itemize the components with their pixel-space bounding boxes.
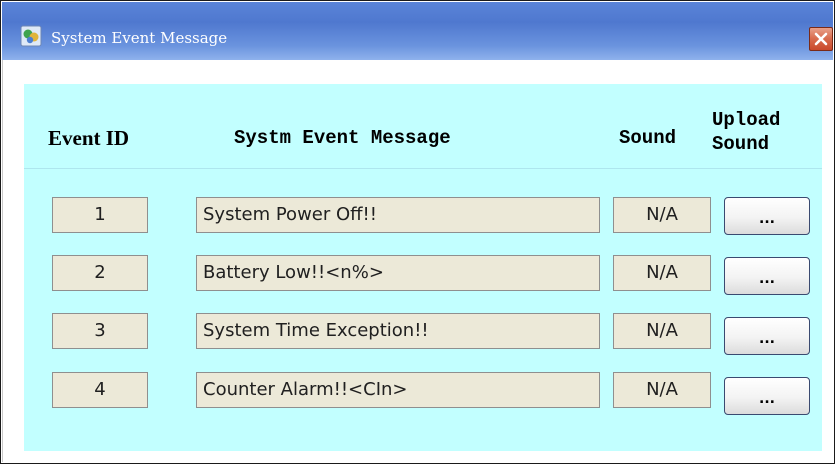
event-id-field-3: 3 [52,313,148,349]
event-id-field-1: 1 [52,197,148,233]
header-event-id: Event ID [48,126,130,150]
title-bar[interactable]: System Event Message [2,2,833,60]
event-message-field-4[interactable]: Counter Alarm!!<CIn> [196,372,600,408]
sound-field-4: N/A [613,372,711,408]
sound-field-3: N/A [613,313,711,349]
upload-sound-button-3[interactable]: ... [724,317,810,355]
sound-field-2: N/A [613,255,711,291]
header-sound: Sound [619,127,677,149]
close-icon [814,32,828,46]
event-message-field-2[interactable]: Battery Low!!<n%> [196,255,600,291]
event-message-field-1[interactable]: System Power Off!! [196,197,600,233]
header-separator [24,168,822,169]
header-upload-line1: Upload [712,109,781,131]
header-message: Systm Event Message [234,127,451,149]
header-upload-sound: Upload Sound [712,108,780,156]
event-id-field-4: 4 [52,372,148,408]
window-title: System Event Message [51,29,228,47]
upload-sound-button-1[interactable]: ... [724,197,810,235]
event-id-field-2: 2 [52,255,148,291]
app-icon [20,25,42,47]
sound-field-1: N/A [613,197,711,233]
header-upload-line2: Sound [712,133,770,155]
upload-sound-button-2[interactable]: ... [724,257,810,295]
event-message-field-3[interactable]: System Time Exception!! [196,313,600,349]
upload-sound-button-4[interactable]: ... [724,377,810,415]
close-button[interactable] [809,27,833,51]
